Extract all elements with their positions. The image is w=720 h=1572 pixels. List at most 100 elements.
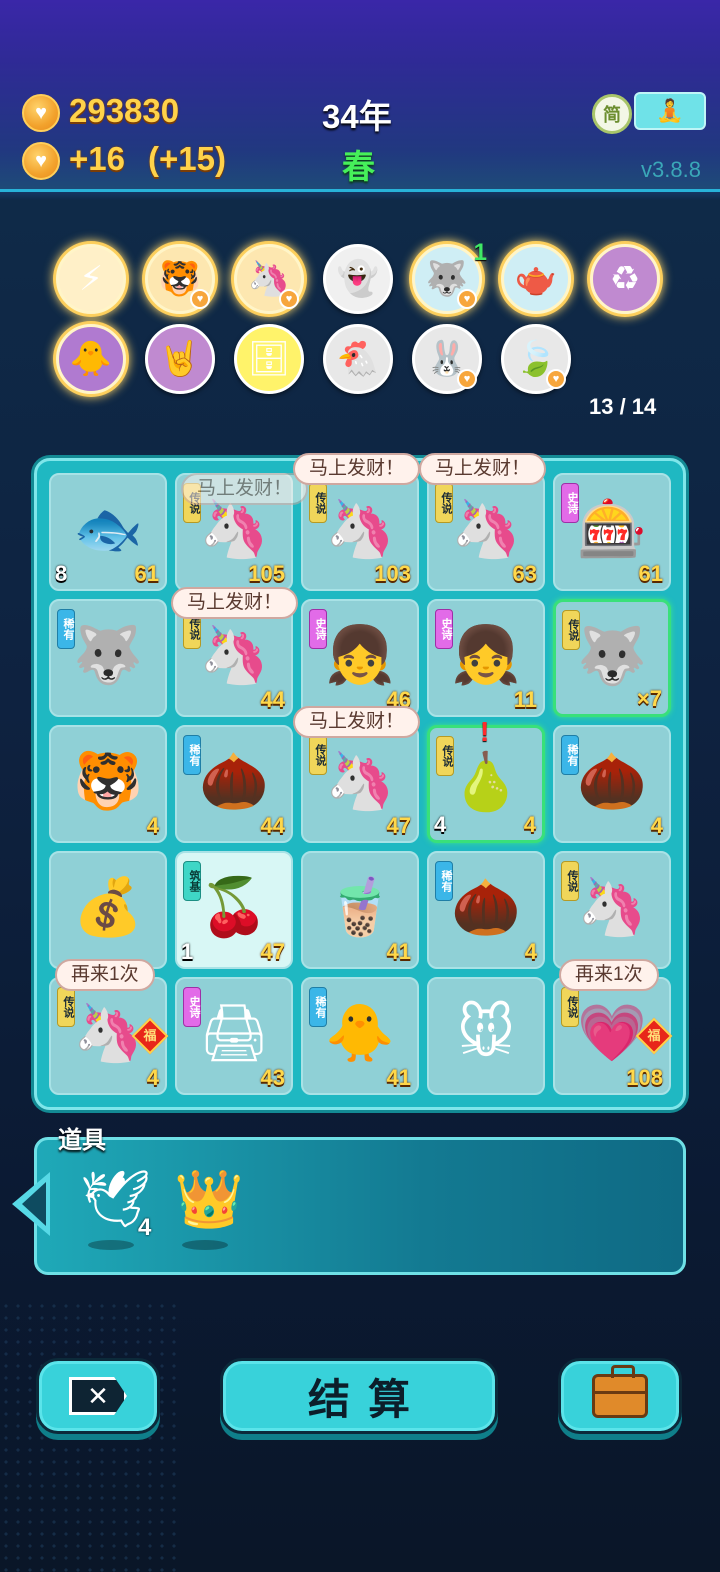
version-label: v3.8.8 [641,157,701,182]
board-cell-walnut[interactable]: 🌰 稀有 44 [175,725,293,843]
heart-badge-icon: ♥ [190,289,210,309]
rarity-tag: 稀有 [561,735,579,775]
board-cell-tiger[interactable]: 🐯 4 [49,725,167,843]
cell-value: 103 [374,561,411,586]
board-cell-unicorn[interactable]: 🦄 传说 4 福 [49,977,169,1095]
close-button[interactable]: ✕ [36,1358,160,1434]
tiger-icon: 🐯 [73,749,143,812]
heart-badge-icon: ♥ [457,289,477,309]
item-dove[interactable]: 🕊 4 [80,1166,151,1250]
heart-badge-icon: ♥ [546,369,566,389]
briefcase-icon [592,1365,648,1418]
board-cell-rat[interactable]: 🐭 [427,977,545,1095]
meditation-button[interactable]: 🧘 [634,92,706,130]
board-cell-gacha-machine[interactable]: 🎰 史诗 61 [553,473,671,591]
board-cell-king-husky[interactable]: 🐺 传说 ×7 [553,599,671,717]
heart-badge-icon: ♥ [279,289,299,309]
cell-value: 41 [386,939,411,964]
cell-counter: 1 [181,939,194,964]
board-cell-heart-boy[interactable]: 💗 传说 108 福 [553,977,673,1095]
cell-value: 44 [260,687,285,712]
coin-pile-icon: 💰 [73,875,143,938]
cell-value: 4 [523,812,536,837]
board-cell-husky[interactable]: 🐺 稀有 [49,599,167,717]
fortune-speech-bubble: 马上发财！ [293,706,421,738]
board-cell-cherries[interactable]: 🍒 筑基 47 1 [175,851,293,969]
board-cell-fish[interactable]: 🐟 61 8 [49,473,167,591]
rarity-tag: 史诗 [561,483,579,523]
settle-button[interactable]: 结算 [220,1358,498,1434]
rarity-tag: 史诗 [435,609,453,649]
retry-speech-bubble: 再来1次 [55,959,155,991]
ghost-icon[interactable]: 👻 [323,244,393,314]
crown-icon: 👑 [174,1167,244,1230]
board-cell-chick[interactable]: 🐥 稀有 41 [301,977,419,1095]
rat-icon: 🐭 [456,1001,516,1064]
rarity-tag: 稀有 [309,987,327,1027]
rarity-tag: 传说 [309,735,327,775]
top-status-bar: ♥ 293830 ♥ +16 (+15) 34年 春 简 🧘 v3.8.8 [0,0,720,192]
inventory-button[interactable] [558,1358,682,1434]
item-shadow [88,1240,134,1250]
items-title: 道具 [58,1127,106,1154]
settle-label: 结算 [307,1375,428,1423]
unicorn-icon[interactable]: 🦄 ♥ [234,244,304,314]
board-cell-coin-pile[interactable]: 💰 [49,851,167,969]
hen-egg-icon[interactable]: 🐔 [323,324,393,394]
cell-value: 61 [134,561,159,586]
cell-value: 63 [512,561,537,586]
husky-icon[interactable]: 🐺 1 ♥ [412,239,487,314]
rarity-tag: 传说 [562,610,580,650]
retry-speech-bubble: 再来1次 [559,959,659,991]
income-coin-icon: ♥ [22,142,60,180]
income-value: +16 [69,140,125,177]
cell-value: 4 [146,1065,159,1090]
rarity-tag: 稀有 [57,609,75,649]
lightning-icon[interactable]: ⚡ [56,244,126,314]
board-cell-unicorn[interactable]: 🦄 传说 [553,851,671,969]
board-cell-unicorn[interactable]: 🦄 传说 103 [301,473,419,591]
board-cell-walnut[interactable]: 🌰 稀有 4 [553,725,671,843]
board-cell-pear[interactable]: 🍐 传说 4 4! [427,716,545,843]
board-cell-girl[interactable]: 👧 史诗 11 [427,599,545,717]
meditation-icon: 🧘 [656,98,684,123]
close-icon: ✕ [69,1377,127,1415]
board-cell-bubble-tea[interactable]: 🧋 41 [301,851,419,969]
coin-icon: ♥ [22,94,60,132]
cell-value: 4 [146,813,159,838]
board-cell-unicorn[interactable]: 🦄 传说 63 [427,473,545,591]
leaf-icon[interactable]: 🍃 ♥ [501,324,571,394]
gravy-boat-icon[interactable]: 🫖 [501,244,571,314]
language-toggle-button[interactable]: 简 [592,94,632,134]
income-bonus: (+15) [148,140,226,177]
item-count: 4 [138,1214,152,1241]
safe-icon[interactable]: 🗄 [234,324,304,394]
fortune-speech-bubble: 马上发财！ [171,587,299,619]
recycle-icon[interactable]: ♻ [590,244,660,314]
fish-icon: 🐟 [73,497,143,560]
tiger-icon[interactable]: 🐯 ♥ [145,244,215,314]
rarity-tag: 传说 [561,987,579,1027]
cell-value: 61 [638,561,663,586]
slot-board: 🐟618🦄传说105🦄传说103🦄传说63🎰史诗61🐺稀有🦄传说44👧史诗46👧… [34,453,686,1110]
board-cell-girl[interactable]: 👧 史诗 46 [301,599,419,717]
collection-progress: 13 / 14 [589,394,657,419]
rabbit-icon[interactable]: 🐰 ♥ [412,324,482,394]
board-cell-printer[interactable]: 🖨 史诗 43 [175,977,293,1095]
cell-value: 43 [260,1065,285,1090]
cell-value: ×7 [636,686,662,711]
sunglasses-chick-icon[interactable]: 🐥 [56,324,126,394]
cell-value: 11 [513,687,537,712]
rock-hand-icon[interactable]: 🤘 [145,324,215,394]
season-label: 春 [342,148,375,185]
item-crown[interactable]: 👑 [174,1166,244,1250]
board-cell-unicorn[interactable]: 🦄 传说 47 [301,725,419,843]
rarity-tag: 稀有 [435,861,453,901]
coin-total: 293830 [69,92,180,129]
rarity-tag: 筑基 [183,861,201,901]
cell-counter: 4 [434,812,447,837]
rarity-tag: 史诗 [183,987,201,1027]
board-cell-walnut[interactable]: 🌰 稀有 4 [427,851,545,969]
cell-value: 105 [248,561,285,586]
cell-value: 4 [524,939,537,964]
